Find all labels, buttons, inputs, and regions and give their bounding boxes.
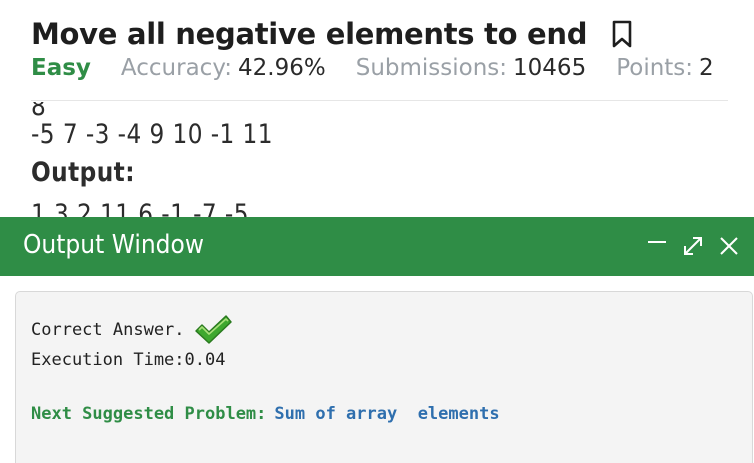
points-label: Points:: [616, 55, 694, 81]
problem-header: Move all negative elements to end Easy A…: [0, 0, 754, 102]
result-text: Correct Answer.: [31, 320, 185, 340]
expand-icon[interactable]: [682, 235, 704, 257]
bookmark-icon[interactable]: [611, 19, 633, 49]
output-panel: Correct Answer. Execution Time:0.04 Next…: [15, 291, 753, 463]
example-input-array: -5 7 -3 -4 9 10 -1 11: [31, 119, 273, 150]
minimize-icon[interactable]: [646, 235, 668, 257]
checkmark-icon: [193, 314, 233, 346]
submissions-value: 10465: [513, 55, 587, 81]
accuracy-label: Accuracy:: [120, 55, 233, 81]
submissions-label: Submissions:: [355, 55, 508, 81]
output-window: Output Window Correct Answer. Execution …: [0, 217, 754, 463]
next-suggested-label: Next Suggested Problem:: [31, 404, 267, 424]
next-problem-link[interactable]: Sum of array elements: [274, 404, 499, 424]
next-suggestion: Next Suggested Problem: Sum of array elem…: [31, 404, 500, 424]
example-output-label: Output:: [31, 157, 135, 188]
header-divider: [31, 100, 728, 101]
problem-meta: Easy Accuracy: 42.96% Submissions: 10465…: [31, 55, 714, 87]
close-icon[interactable]: [718, 235, 740, 257]
execution-time: Execution Time:0.04: [31, 350, 226, 370]
window-controls: [646, 231, 740, 261]
problem-title: Move all negative elements to end: [31, 17, 588, 51]
points-value: 2: [699, 55, 714, 81]
output-window-title: Output Window: [23, 230, 204, 260]
difficulty-badge: Easy: [31, 55, 91, 81]
title-row: Move all negative elements to end: [31, 14, 633, 54]
result-row: Correct Answer.: [31, 314, 233, 346]
output-window-header: Output Window: [0, 217, 754, 276]
accuracy-value: 42.96%: [238, 55, 326, 81]
